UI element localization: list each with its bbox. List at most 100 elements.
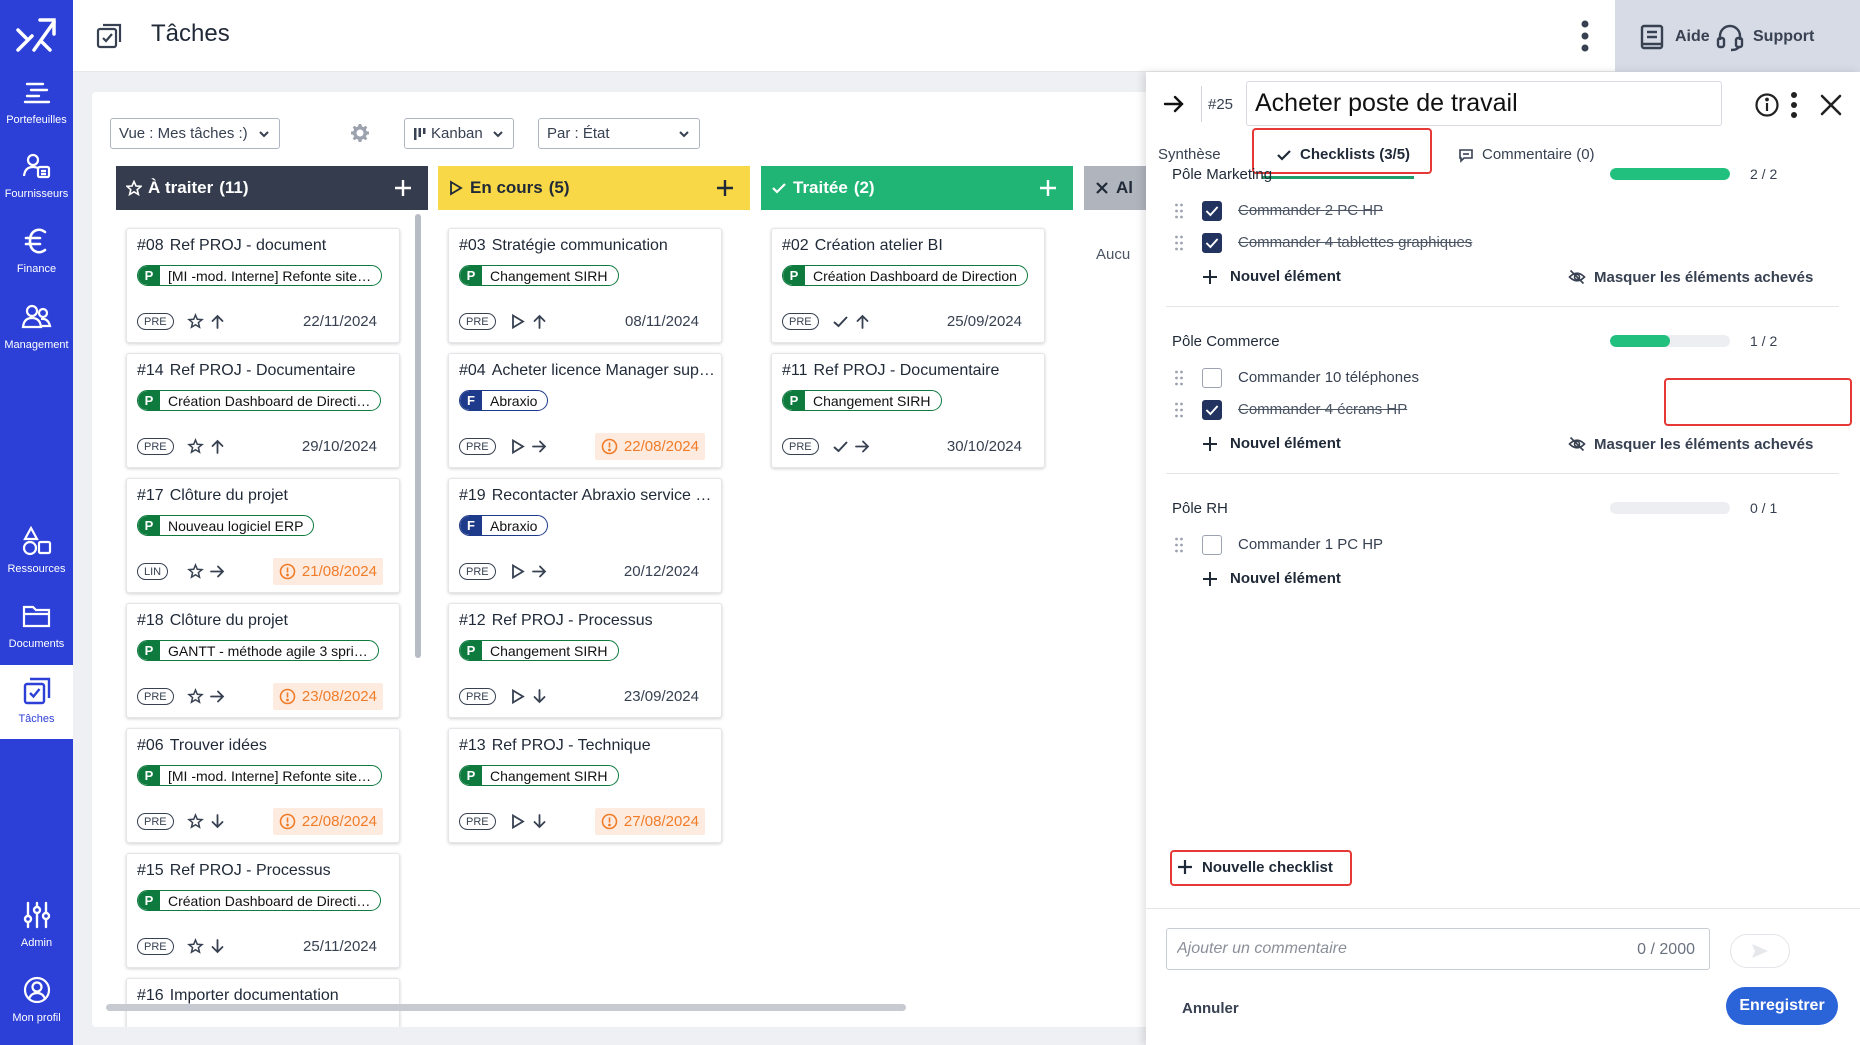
checklist-item-label[interactable]: Commander 10 téléphones (1238, 369, 1419, 386)
play-icon[interactable] (509, 313, 526, 330)
task-card[interactable]: #04 Acheter licence Manager sup… F Abraxio P… (448, 353, 722, 468)
checklist-checkbox[interactable] (1202, 201, 1222, 221)
nav-item-documents[interactable]: Documents (0, 590, 73, 664)
project-tag[interactable]: P Création Dashboard de Direction (782, 265, 1028, 286)
drag-handle-icon[interactable] (1174, 202, 1184, 220)
project-tag[interactable]: P [MI -mod. Interne] Refonte site… (137, 765, 383, 786)
card-title-text: Clôture du projet (169, 487, 288, 504)
star-icon[interactable] (187, 438, 204, 455)
add-item-button[interactable]: Nouvel élément (1202, 268, 1341, 285)
star-icon[interactable] (187, 563, 204, 580)
task-card[interactable]: #15 Ref PROJ - Processus P Création Dashboa… (126, 853, 400, 968)
nav-item-portefeuilles[interactable]: Portefeuilles (0, 66, 73, 140)
tab-synthese[interactable]: Synthèse (1158, 146, 1221, 163)
checklist-item-label[interactable]: Commander 2 PC HP (1238, 202, 1383, 219)
add-item-button[interactable]: Nouvel élément (1202, 435, 1341, 452)
app-logo[interactable] (14, 16, 58, 56)
drag-handle-icon[interactable] (1174, 401, 1184, 419)
due-date: 29/10/2024 (296, 433, 383, 460)
checklist-item-label[interactable]: Commander 4 écrans HP (1238, 401, 1407, 418)
divider (1201, 86, 1202, 122)
send-comment-button[interactable] (1730, 934, 1790, 968)
project-type: P (460, 766, 482, 785)
project-tag[interactable]: P Changement SIRH (459, 640, 619, 661)
nav-item-fournisseurs[interactable]: Fournisseurs (0, 140, 73, 214)
task-card[interactable]: #13 Ref PROJ - Technique P Changement SIRH P… (448, 728, 722, 843)
checklist-item-label[interactable]: Commander 4 tablettes graphiques (1238, 234, 1472, 251)
close-icon[interactable] (1818, 92, 1844, 118)
checklist-checkbox[interactable] (1202, 233, 1222, 253)
drag-handle-icon[interactable] (1174, 536, 1184, 554)
project-tag[interactable]: P [MI -mod. Interne] Refonte site… (137, 265, 383, 286)
drag-handle-icon[interactable] (1174, 234, 1184, 252)
nav-item-mon-profil[interactable]: Mon profil (0, 964, 73, 1038)
project-tag[interactable]: F Abraxio (459, 390, 549, 411)
play-icon[interactable] (509, 563, 526, 580)
arrow-right-icon[interactable] (1162, 92, 1186, 116)
checklist-item-label[interactable]: Commander 1 PC HP (1238, 536, 1383, 553)
star-icon[interactable] (187, 938, 204, 955)
task-card[interactable]: #08 Ref PROJ - document P [MI -mod. Interne… (126, 228, 400, 343)
project-tag[interactable]: P Changement SIRH (459, 765, 619, 786)
hide-completed-button[interactable]: Masquer les éléments achevés (1568, 435, 1813, 453)
save-button[interactable]: Enregistrer (1726, 987, 1838, 1025)
project-tag[interactable]: P Création Dashboard de Directi… (137, 390, 382, 411)
nav-item-finance[interactable]: Finance (0, 215, 73, 289)
nav-item-ressources[interactable]: Ressources (0, 515, 73, 589)
group-by-select[interactable]: Par : État (538, 118, 700, 149)
project-tag[interactable]: P Création Dashboard de Directi… (137, 890, 382, 911)
more-options-icon[interactable] (1573, 16, 1597, 56)
task-card[interactable]: #11 Ref PROJ - Documentaire P Changement SI… (771, 353, 1045, 468)
star-icon[interactable] (187, 688, 204, 705)
help-button[interactable]: Aide (1637, 22, 1710, 52)
task-card[interactable]: #12 Ref PROJ - Processus P Changement SIRH P… (448, 603, 722, 718)
new-checklist-button[interactable]: Nouvelle checklist (1176, 858, 1333, 876)
task-card[interactable]: #02 Création atelier BI P Création Dashboar… (771, 228, 1045, 343)
check-icon[interactable] (832, 438, 849, 455)
project-tag[interactable]: P Nouveau logiciel ERP (137, 515, 315, 536)
project-tag[interactable]: P GANTT - méthode agile 3 spri… (137, 640, 379, 661)
task-card[interactable]: #06 Trouver idées P [MI -mod. Interne] Refo… (126, 728, 400, 843)
info-icon[interactable] (1754, 92, 1780, 118)
nav-item-management[interactable]: Management (0, 291, 73, 365)
project-tag[interactable]: F Abraxio (459, 515, 549, 536)
task-card[interactable]: #19 Recontacter Abraxio service … F Abraxio… (448, 478, 722, 593)
checklist-checkbox[interactable] (1202, 535, 1222, 555)
column-scrollbar[interactable] (415, 214, 421, 658)
star-icon[interactable] (187, 313, 204, 330)
kebab-menu-icon[interactable] (1788, 90, 1800, 120)
board-scrollbar[interactable] (106, 1004, 906, 1011)
play-icon[interactable] (509, 438, 526, 455)
tab-checklists[interactable]: Checklists (3/5) (1276, 146, 1410, 163)
add-card-icon[interactable] (714, 177, 736, 199)
checklist-checkbox[interactable] (1202, 368, 1222, 388)
task-card[interactable]: #18 Clôture du projet P GANTT - méthode agi… (126, 603, 400, 718)
play-icon[interactable] (509, 813, 526, 830)
task-card[interactable]: #17 Clôture du projet P Nouveau logiciel ER… (126, 478, 400, 593)
nav-item-taches[interactable]: Tâches (0, 665, 73, 739)
add-card-icon[interactable] (1037, 177, 1059, 199)
cancel-button[interactable]: Annuler (1182, 1000, 1239, 1017)
project-tag[interactable]: P Changement SIRH (459, 265, 619, 286)
play-icon[interactable] (509, 688, 526, 705)
add-item-button[interactable]: Nouvel élément (1202, 570, 1341, 587)
checklist-checkbox[interactable] (1202, 400, 1222, 420)
project-tag[interactable]: P Changement SIRH (782, 390, 942, 411)
view-select[interactable]: Vue : Mes tâches :) (110, 118, 280, 149)
drag-handle-icon[interactable] (1174, 369, 1184, 387)
nav-item-admin[interactable]: Admin (0, 889, 73, 963)
comment-input[interactable] (1177, 937, 1577, 961)
star-icon[interactable] (187, 813, 204, 830)
task-card[interactable]: #03 Stratégie communication P Changement SI… (448, 228, 722, 343)
task-title-input[interactable]: Acheter poste de travail (1246, 81, 1722, 126)
add-card-icon[interactable] (392, 177, 414, 199)
check-icon[interactable] (832, 313, 849, 330)
tab-comments[interactable]: Commentaire (0) (1458, 146, 1595, 163)
task-card[interactable]: #16 Importer documentation (126, 978, 400, 1027)
hide-completed-button[interactable]: Masquer les éléments achevés (1568, 268, 1813, 286)
task-card[interactable]: #14 Ref PROJ - Documentaire P Création Dash… (126, 353, 400, 468)
column-count: (11) (219, 178, 249, 197)
gear-icon[interactable] (350, 123, 370, 143)
support-button[interactable]: Support (1715, 22, 1814, 52)
mode-select[interactable]: Kanban (404, 118, 514, 149)
